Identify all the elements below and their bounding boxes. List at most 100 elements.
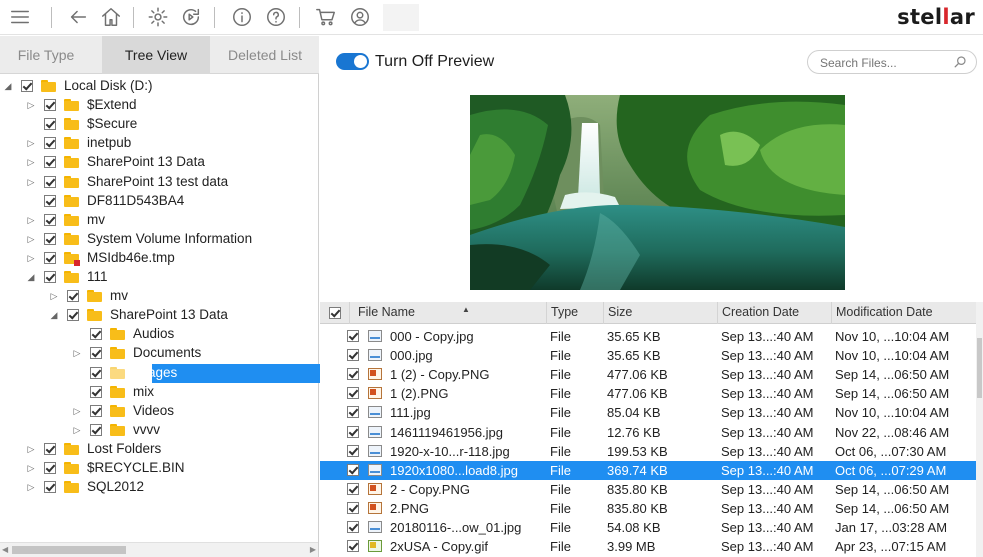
row-checkbox[interactable] — [347, 426, 359, 438]
table-row[interactable]: 1920x1080...load8.jpg File 369.74 KB Sep 13… — [320, 461, 976, 480]
tree-item[interactable]: ▷ vvvv — [0, 421, 318, 440]
tree-item-checkbox[interactable] — [67, 309, 79, 321]
expand-arrow-icon[interactable]: ▷ — [72, 347, 82, 359]
row-checkbox[interactable] — [347, 540, 359, 552]
row-checkbox[interactable] — [347, 464, 359, 476]
expand-arrow-icon[interactable]: ▷ — [26, 443, 36, 455]
tree-item-checkbox[interactable] — [44, 176, 56, 188]
tree-item-checkbox[interactable] — [90, 405, 102, 417]
tree-item[interactable]: ▷ Documents — [0, 344, 318, 363]
vertical-scrollbar[interactable] — [976, 302, 983, 557]
row-checkbox[interactable] — [347, 445, 359, 457]
tree-item[interactable]: Images — [0, 364, 387, 383]
search-input[interactable] — [820, 54, 950, 71]
expand-arrow-icon[interactable]: ▷ — [26, 462, 36, 474]
row-checkbox[interactable] — [347, 406, 359, 418]
tree-item[interactable]: ▷ SharePoint 13 test data — [0, 173, 318, 192]
search-icon[interactable] — [953, 55, 967, 69]
tree-item-checkbox[interactable] — [44, 462, 56, 474]
expand-arrow-icon[interactable]: ▷ — [26, 214, 36, 226]
expand-arrow-icon[interactable]: ▷ — [26, 99, 36, 111]
tree-item-checkbox[interactable] — [44, 252, 56, 264]
tree-item[interactable]: Audios — [0, 325, 318, 344]
row-checkbox[interactable] — [347, 330, 359, 342]
tree-item-checkbox[interactable] — [44, 481, 56, 493]
expand-arrow-icon[interactable]: ▷ — [26, 252, 36, 264]
tab-file-type[interactable]: File Type — [0, 36, 92, 74]
tree-item[interactable]: ◢ 111 — [0, 268, 318, 287]
table-row[interactable]: 1 (2) - Copy.PNG File 477.06 KB Sep 13...:4… — [320, 365, 976, 384]
expand-arrow-icon[interactable]: ▷ — [26, 176, 36, 188]
expand-arrow-icon[interactable]: ▷ — [72, 424, 82, 436]
scroll-right-icon[interactable]: ▶ — [310, 545, 316, 554]
help-icon[interactable] — [262, 3, 290, 31]
tree-item-checkbox[interactable] — [44, 137, 56, 149]
tree-item-checkbox[interactable] — [90, 347, 102, 359]
scroll-left-icon[interactable]: ◀ — [2, 545, 8, 554]
column-type[interactable]: Type — [547, 302, 604, 324]
info-icon[interactable] — [228, 3, 256, 31]
tree-item[interactable]: ◢ SharePoint 13 Data — [0, 306, 318, 325]
row-checkbox[interactable] — [347, 483, 359, 495]
expand-arrow-icon[interactable]: ▷ — [26, 156, 36, 168]
tab-tree-view[interactable]: Tree View — [102, 36, 210, 74]
tree-item-checkbox[interactable] — [67, 290, 79, 302]
preview-toggle[interactable] — [336, 53, 369, 70]
tree-item[interactable]: ▷ Videos — [0, 402, 318, 421]
tree-item[interactable]: ▷ $Extend — [0, 96, 318, 115]
scrollbar-thumb[interactable] — [12, 546, 126, 554]
home-icon[interactable] — [97, 3, 125, 31]
table-row[interactable]: 000.jpg File 35.65 KB Sep 13...:40 AM Nov 10… — [320, 346, 976, 365]
row-checkbox[interactable] — [347, 387, 359, 399]
tree-item-checkbox[interactable] — [21, 80, 33, 92]
tab-deleted-list[interactable]: Deleted List — [212, 36, 318, 74]
tree-item-checkbox[interactable] — [44, 233, 56, 245]
tree-item[interactable]: DF811D543BA4 — [0, 192, 318, 211]
table-row[interactable]: 2 - Copy.PNG File 835.80 KB Sep 13...:40 AM… — [320, 480, 976, 499]
scrollbar-thumb[interactable] — [977, 338, 982, 398]
tree-item[interactable]: ▷ mv — [0, 211, 318, 230]
tree-item-checkbox[interactable] — [44, 156, 56, 168]
select-all-checkbox[interactable] — [329, 307, 341, 319]
tree-item-checkbox[interactable] — [44, 214, 56, 226]
settings-gear-icon[interactable] — [144, 3, 172, 31]
expand-arrow-icon[interactable]: ▷ — [49, 290, 59, 302]
collapse-arrow-icon[interactable]: ◢ — [49, 309, 59, 321]
tree-item[interactable]: ▷ Lost Folders — [0, 440, 318, 459]
expand-arrow-icon[interactable]: ▷ — [26, 233, 36, 245]
table-row[interactable]: 1920-x-10...r-118.jpg File 199.53 KB Sep 13… — [320, 442, 976, 461]
tree-item[interactable]: ◢ Local Disk (D:) — [0, 77, 318, 96]
collapse-arrow-icon[interactable]: ◢ — [26, 271, 36, 283]
tree-item[interactable]: $Secure — [0, 115, 318, 134]
collapse-arrow-icon[interactable]: ◢ — [3, 80, 13, 92]
menu-icon[interactable] — [6, 3, 34, 31]
table-row[interactable]: 1 (2).PNG File 477.06 KB Sep 13...:40 AM Sep… — [320, 384, 976, 403]
search-box[interactable] — [807, 50, 977, 74]
tree-item-checkbox[interactable] — [44, 443, 56, 455]
expand-arrow-icon[interactable]: ▷ — [72, 405, 82, 417]
tree-item-checkbox[interactable] — [90, 328, 102, 340]
tree-item[interactable]: ▷ SharePoint 13 Data — [0, 153, 318, 172]
row-checkbox[interactable] — [347, 349, 359, 361]
back-arrow-icon[interactable] — [64, 3, 92, 31]
tree-item-checkbox[interactable] — [44, 271, 56, 283]
column-size[interactable]: Size — [604, 302, 718, 324]
expand-arrow-icon[interactable]: ▷ — [26, 137, 36, 149]
tree-item[interactable]: ▷ SQL2012 — [0, 478, 318, 497]
table-row[interactable]: 000 - Copy.jpg File 35.65 KB Sep 13...:40 A… — [320, 327, 976, 346]
tree-item[interactable]: ▷ System Volume Information — [0, 230, 318, 249]
user-account-icon[interactable] — [346, 3, 374, 31]
update-icon[interactable] — [177, 3, 205, 31]
table-row[interactable]: 2.PNG File 835.80 KB Sep 13...:40 AM Sep 14,… — [320, 499, 976, 518]
column-file-name[interactable]: File Name ▲ — [350, 302, 547, 324]
row-checkbox[interactable] — [347, 521, 359, 533]
tree-item[interactable]: ▷ mv — [0, 287, 318, 306]
table-row[interactable]: 111.jpg File 85.04 KB Sep 13...:40 AM Nov 10… — [320, 403, 976, 422]
column-modification-date[interactable]: Modification Date — [832, 302, 976, 324]
tree-item-checkbox[interactable] — [90, 367, 102, 379]
tree-item[interactable]: ▷ inetpub — [0, 134, 318, 153]
tree-item-checkbox[interactable] — [44, 99, 56, 111]
row-checkbox[interactable] — [347, 502, 359, 514]
horizontal-scrollbar[interactable]: ◀ ▶ — [0, 542, 318, 557]
tree-item-checkbox[interactable] — [90, 424, 102, 436]
